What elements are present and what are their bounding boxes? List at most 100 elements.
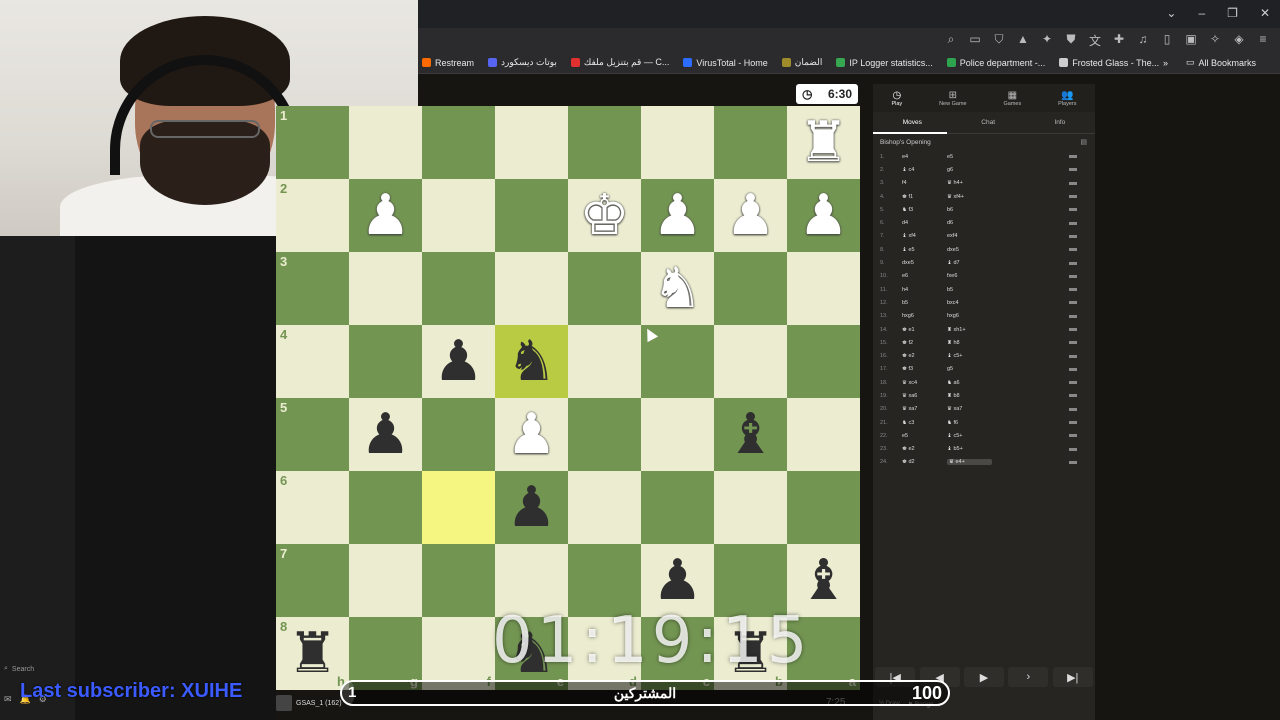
wallet-icon[interactable]: ▣ xyxy=(1184,32,1198,49)
translate-icon[interactable]: 文 xyxy=(1088,32,1102,49)
tab-moves[interactable]: Moves xyxy=(903,119,922,126)
black-move[interactable]: ♛ xa7 xyxy=(947,406,992,412)
board-square[interactable]: 8 h ♜ xyxy=(276,617,349,690)
last-move-button[interactable]: ▶| xyxy=(1052,667,1093,687)
board-square[interactable] xyxy=(568,325,641,398)
bookmark-item[interactable]: Restream xyxy=(422,58,474,68)
white-rook-icon[interactable]: ♜ xyxy=(798,114,848,171)
bookmark-item[interactable]: الضمان xyxy=(781,57,822,68)
board-square[interactable]: ♟ xyxy=(495,471,568,544)
board-square[interactable] xyxy=(714,106,787,179)
board-square[interactable] xyxy=(714,471,787,544)
board-square[interactable]: 7 xyxy=(276,544,349,617)
board-square[interactable] xyxy=(714,325,787,398)
board-square[interactable]: ♝ xyxy=(714,398,787,471)
search-row[interactable]: ⌕ Search xyxy=(4,662,74,676)
board-square[interactable] xyxy=(495,179,568,252)
white-move[interactable]: ♛ xa7 xyxy=(902,406,947,412)
board-square[interactable] xyxy=(568,471,641,544)
cast-icon[interactable]: ▭ xyxy=(968,32,982,49)
bookmark-item[interactable]: بوتات ديسكورد xyxy=(488,57,557,68)
board-square[interactable]: ♞ xyxy=(641,252,714,325)
board-square[interactable] xyxy=(787,325,860,398)
black-bishop-icon[interactable]: ♝ xyxy=(798,552,848,609)
black-move[interactable]: d6 xyxy=(947,220,992,226)
board-square[interactable]: 4 xyxy=(276,325,349,398)
black-pawn-icon[interactable]: ♟ xyxy=(652,552,702,609)
next-move-button[interactable]: › xyxy=(1008,667,1049,687)
board-square[interactable] xyxy=(714,252,787,325)
black-move[interactable]: b5 xyxy=(947,287,992,293)
board-square[interactable] xyxy=(787,398,860,471)
white-move[interactable]: ♝ xf4 xyxy=(902,233,947,239)
white-move[interactable]: hxg6 xyxy=(902,313,947,319)
board-square[interactable]: ♟ xyxy=(714,179,787,252)
black-move[interactable]: ♜ h8 xyxy=(947,340,992,346)
white-move[interactable]: e4 xyxy=(902,154,947,160)
board-square[interactable] xyxy=(422,179,495,252)
board-square[interactable] xyxy=(495,106,568,179)
brave-shield-icon[interactable]: ⛉ xyxy=(992,32,1006,49)
black-move[interactable]: ♝ c5+ xyxy=(947,353,992,359)
white-move[interactable]: ♛ xc4 xyxy=(902,380,947,386)
black-move[interactable]: b6 xyxy=(947,207,992,213)
white-move[interactable]: ♚ d2 xyxy=(902,459,947,465)
board-square[interactable] xyxy=(787,252,860,325)
minimize-icon[interactable]: – xyxy=(1198,6,1205,20)
white-knight-icon[interactable]: ♞ xyxy=(652,260,702,317)
black-move[interactable]: ♛ xf4+ xyxy=(947,194,992,200)
play-button[interactable]: ▶ xyxy=(963,667,1004,687)
board-square[interactable] xyxy=(422,106,495,179)
white-move[interactable]: ♞ c3 xyxy=(902,420,947,426)
white-move[interactable]: dxe5 xyxy=(902,260,947,266)
board-square[interactable] xyxy=(349,471,422,544)
white-move[interactable]: e5 xyxy=(902,433,947,439)
board-square[interactable]: ♟ xyxy=(349,398,422,471)
board-square[interactable]: ♜ xyxy=(787,106,860,179)
white-move[interactable]: f4 xyxy=(902,180,947,186)
sidebar-icon[interactable]: ▯ xyxy=(1160,32,1174,49)
black-pawn-icon[interactable]: ♟ xyxy=(433,333,483,390)
rewards-icon[interactable]: ▲ xyxy=(1016,32,1030,49)
board-square[interactable]: ♚ xyxy=(568,179,641,252)
board-square[interactable]: ♟ xyxy=(495,398,568,471)
black-move[interactable]: fxe6 xyxy=(947,273,992,279)
more-bookmarks-icon[interactable]: » xyxy=(1163,58,1168,68)
white-move[interactable]: ♞ f3 xyxy=(902,207,947,213)
white-pawn-icon[interactable]: ♟ xyxy=(506,406,556,463)
tab-players[interactable]: 👥 Players xyxy=(1058,90,1076,107)
board-square[interactable]: 6 xyxy=(276,471,349,544)
extension-icon[interactable]: ✦ xyxy=(1040,32,1054,49)
black-pawn-icon[interactable]: ♟ xyxy=(506,479,556,536)
black-move[interactable]: ♝ d7 xyxy=(947,260,992,266)
black-bishop-icon[interactable]: ♝ xyxy=(725,406,775,463)
white-move[interactable]: ♝ e5 xyxy=(902,247,947,253)
white-pawn-icon[interactable]: ♟ xyxy=(725,187,775,244)
board-square[interactable]: ♟ xyxy=(787,179,860,252)
board-square[interactable] xyxy=(568,398,641,471)
board-square[interactable]: ♞ xyxy=(495,325,568,398)
white-move[interactable]: ♝ c4 xyxy=(902,167,947,173)
tab-games[interactable]: ▦ Games xyxy=(1004,90,1022,107)
white-pawn-icon[interactable]: ♟ xyxy=(798,187,848,244)
board-square[interactable]: 2 xyxy=(276,179,349,252)
shield-icon[interactable]: ⛊ xyxy=(1064,32,1078,49)
white-move[interactable]: ♚ e1 xyxy=(902,327,947,333)
black-move[interactable]: e5 xyxy=(947,154,992,160)
chess-board[interactable]: 1♜2♟♚♟♟♟3♞4♟♞5♟♟♝6♟7♟♝8h♜gfe♞dcb♜a xyxy=(276,106,860,690)
black-move[interactable]: ♜ xh1+ xyxy=(947,327,992,333)
white-move[interactable]: h4 xyxy=(902,287,947,293)
bookmark-item[interactable]: Police department -... xyxy=(946,58,1045,68)
board-square[interactable] xyxy=(787,471,860,544)
bookmark-item[interactable]: IP Logger statistics... xyxy=(836,58,933,68)
puzzle-icon[interactable]: ✚ xyxy=(1112,32,1126,49)
bookmark-item[interactable]: Frosted Glass - The... xyxy=(1059,58,1159,68)
white-move[interactable]: ♛ xa6 xyxy=(902,393,947,399)
black-move[interactable]: ♞ f6 xyxy=(947,420,992,426)
bookmark-item[interactable]: VirusTotal - Home xyxy=(683,58,768,68)
black-knight-icon[interactable]: ♞ xyxy=(506,333,556,390)
black-pawn-icon[interactable]: ♟ xyxy=(360,406,410,463)
board-square[interactable] xyxy=(641,106,714,179)
black-move[interactable]: ♝ c5+ xyxy=(947,433,992,439)
tab-chat[interactable]: Chat xyxy=(981,119,995,126)
